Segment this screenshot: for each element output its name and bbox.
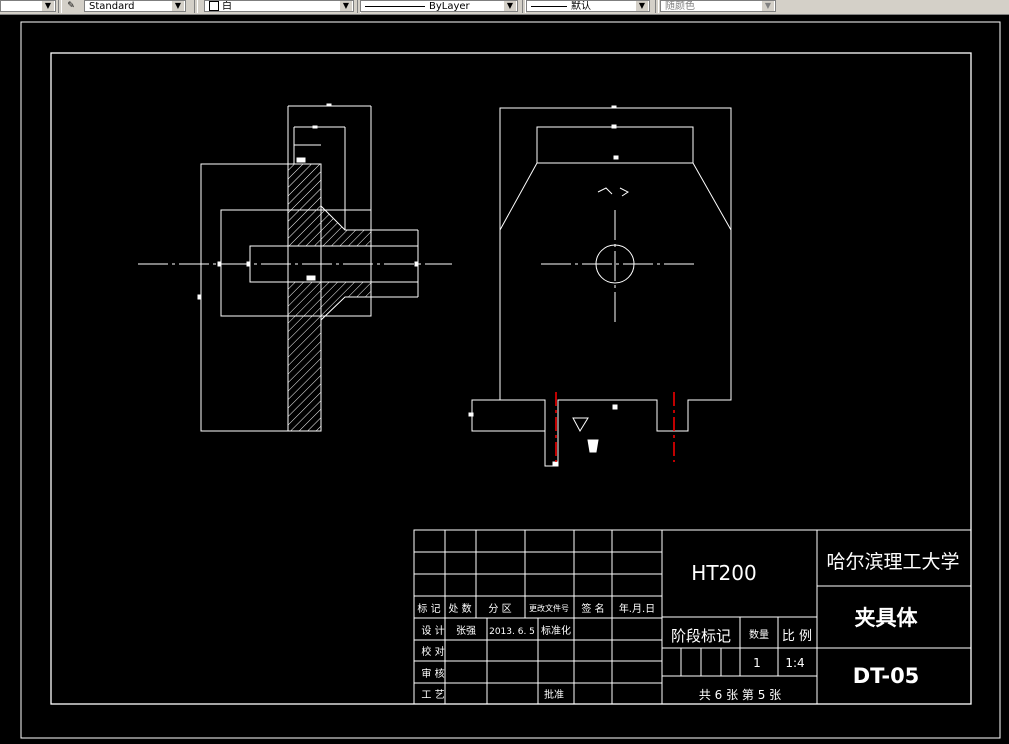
linetype-select[interactable]: ByLayer ▼ (360, 0, 518, 12)
toolbar-separator (655, 0, 659, 13)
design-date: 2013. 6. 5 (489, 627, 535, 637)
chevron-down-icon: ▼ (762, 1, 774, 11)
row-process: 工 艺 (421, 689, 444, 701)
scale-value: 1:4 (785, 656, 804, 670)
header-date: 年.月.日 (619, 602, 655, 615)
layer-color-select[interactable]: 白 ▼ (204, 0, 354, 12)
section-hatch (287, 163, 372, 432)
text-style-select[interactable]: Standard ▼ (84, 0, 186, 12)
drawing-number: DT-05 (853, 664, 920, 688)
stage-mark-label: 阶段标记 (671, 627, 731, 645)
quantity-value: 1 (753, 656, 761, 670)
layer-color-value: 白 (222, 1, 232, 12)
row-proofread: 校 对 (421, 645, 444, 658)
linetype-sample-icon (365, 5, 425, 7)
lineweight-select[interactable]: 默认 ▼ (526, 0, 650, 12)
header-count: 处 数 (448, 602, 471, 615)
text-style-value: Standard (89, 1, 135, 12)
quantity-label: 数量 (749, 628, 769, 641)
chevron-down-icon: ▼ (340, 1, 352, 11)
dropdown-previous[interactable]: ▼ (0, 0, 56, 12)
school-name: 哈尔滨理工大学 (826, 551, 959, 573)
designer-name: 张强 (456, 625, 476, 637)
header-signature: 签 名 (581, 602, 604, 615)
chevron-down-icon: ▼ (42, 1, 54, 11)
header-mark: 标 记 (417, 603, 440, 615)
row-design: 设 计 (421, 624, 444, 637)
header-change-doc: 更改文件号 (529, 603, 569, 613)
toolbar-separator (194, 0, 198, 13)
lineweight-value: 默认 (571, 1, 591, 12)
row-review: 审 核 (421, 667, 444, 680)
text-style-icon[interactable]: ✎ (64, 0, 78, 12)
lineweight-sample-icon (531, 5, 567, 7)
properties-toolbar: ▼ ✎ Standard ▼ 白 ▼ ByLayer ▼ 默认 ▼ 随颜色 ▼ (0, 0, 1009, 15)
plot-style-select[interactable]: 随颜色 ▼ (660, 0, 776, 12)
chevron-down-icon: ▼ (172, 1, 184, 11)
drawing-canvas[interactable]: HT200 哈尔滨理工大学 夹具体 DT-05 阶段标记 数量 比 例 1 1:… (0, 14, 1009, 740)
left-section-view (138, 103, 452, 432)
chevron-down-icon: ▼ (504, 1, 516, 11)
plot-style-value: 随颜色 (665, 1, 695, 12)
part-name: 夹具体 (855, 606, 919, 630)
sheet-count: 共 6 张 第 5 张 (699, 688, 781, 702)
standardize-label: 标准化 (541, 624, 571, 637)
chevron-down-icon: ▼ (636, 1, 648, 11)
material-text: HT200 (691, 561, 756, 585)
toolbar-separator (58, 0, 62, 13)
scale-label: 比 例 (782, 629, 812, 644)
drawing-svg: HT200 哈尔滨理工大学 夹具体 DT-05 阶段标记 数量 比 例 1 1:… (20, 21, 1001, 739)
red-center-lines (555, 392, 675, 462)
header-zone: 分 区 (488, 603, 511, 615)
color-swatch-icon (209, 1, 219, 11)
linetype-value: ByLayer (429, 1, 470, 12)
right-front-view (468, 105, 732, 467)
approve-label: 批准 (544, 688, 564, 701)
